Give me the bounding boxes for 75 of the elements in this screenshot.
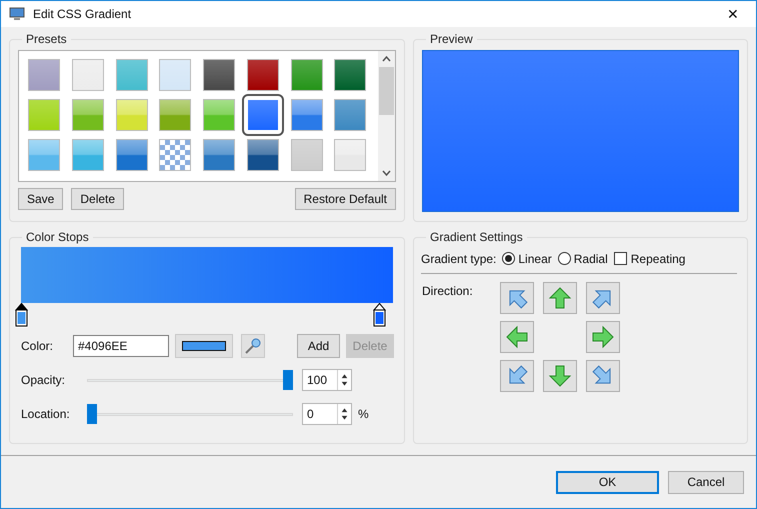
repeating-checkbox[interactable]: Repeating: [614, 250, 686, 268]
arrow-icon: [505, 325, 529, 349]
gradient-swatch[interactable]: [159, 99, 192, 131]
color-field[interactable]: #4096EE: [73, 335, 169, 357]
direction-button[interactable]: [543, 282, 577, 314]
window-icon: [9, 7, 25, 21]
direction-button[interactable]: [586, 360, 620, 392]
direction-button[interactable]: [543, 360, 577, 392]
slider-thumb[interactable]: [87, 404, 97, 424]
direction-button[interactable]: [586, 321, 620, 353]
dialog-button[interactable]: OK: [556, 470, 659, 494]
gradient-swatch[interactable]: [72, 59, 104, 91]
gradient-swatch[interactable]: [28, 99, 60, 131]
slider-thumb[interactable]: [283, 370, 293, 390]
color-picker-button[interactable]: [175, 334, 233, 358]
group-title: Presets: [25, 31, 68, 48]
gradient-swatch[interactable]: [246, 139, 279, 171]
direction-button[interactable]: [586, 282, 620, 314]
radio-option[interactable]: Radial: [558, 250, 608, 268]
checkbox-label: Repeating: [630, 250, 686, 268]
arrow-icon: [548, 286, 572, 310]
button[interactable]: Save: [18, 188, 64, 210]
eyedropper-icon: [244, 337, 262, 355]
close-button[interactable]: ✕: [718, 2, 748, 26]
gradient-swatch[interactable]: [290, 59, 322, 91]
unit-label: %: [358, 406, 369, 423]
radio-label: Radial: [574, 250, 608, 268]
window-title: Edit CSS Gradient: [33, 6, 132, 23]
opacity-label: Opacity:: [20, 372, 66, 389]
spin-value: 100: [306, 372, 328, 389]
radio-label: Linear: [518, 250, 552, 268]
arrow-icon: [548, 364, 572, 388]
eyedropper-button[interactable]: [241, 334, 265, 358]
arrow-icon: [591, 325, 615, 349]
gradient-swatch[interactable]: [116, 59, 148, 91]
button[interactable]: Delete: [71, 188, 124, 210]
gradient-swatch[interactable]: [203, 99, 235, 131]
gradient-swatch[interactable]: [290, 139, 322, 171]
gradient-swatch[interactable]: [334, 99, 366, 131]
gradient-swatch[interactable]: [290, 99, 322, 131]
gradient-swatch[interactable]: [159, 59, 192, 91]
gradient-swatch[interactable]: [72, 99, 104, 131]
color-label: Color:: [20, 338, 54, 355]
gradient-type-label: Gradient type:: [421, 250, 496, 268]
location-label: Location:: [20, 406, 71, 423]
gradient-swatch[interactable]: [159, 139, 192, 171]
direction-button[interactable]: [500, 360, 534, 392]
gradient-swatch[interactable]: [334, 59, 366, 91]
scrollbar[interactable]: [378, 51, 395, 181]
gradient-swatch[interactable]: [116, 139, 148, 171]
gradient-swatch[interactable]: [28, 59, 60, 91]
group-title: Color Stops: [25, 229, 90, 246]
gradient-swatch[interactable]: [116, 99, 148, 131]
button[interactable]: Add: [297, 334, 340, 358]
dialog-button[interactable]: Cancel: [668, 470, 744, 494]
gradient-swatch[interactable]: [203, 139, 235, 171]
gradient-swatch[interactable]: [246, 59, 279, 91]
group-title: Preview: [429, 31, 474, 48]
gradient-swatch[interactable]: [28, 139, 60, 171]
direction-button[interactable]: [500, 282, 534, 314]
spin-value: 0: [306, 406, 315, 423]
color-stop-marker[interactable]: [15, 303, 28, 327]
gradient-swatch[interactable]: [72, 139, 104, 171]
gradient-swatch[interactable]: [334, 139, 366, 171]
spin-field[interactable]: 100: [302, 369, 352, 391]
gradient-swatch[interactable]: [203, 59, 235, 91]
group-title: Gradient Settings: [429, 229, 524, 246]
direction-button[interactable]: [500, 321, 534, 353]
radio-option[interactable]: Linear: [502, 250, 552, 268]
button[interactable]: Restore Default: [294, 188, 396, 210]
scroll-thumb[interactable]: [379, 67, 394, 115]
direction-label: Direction:: [422, 283, 474, 300]
color-sample: [182, 341, 226, 351]
spin-field[interactable]: 0: [302, 403, 352, 425]
color-stop-marker[interactable]: [373, 303, 386, 327]
